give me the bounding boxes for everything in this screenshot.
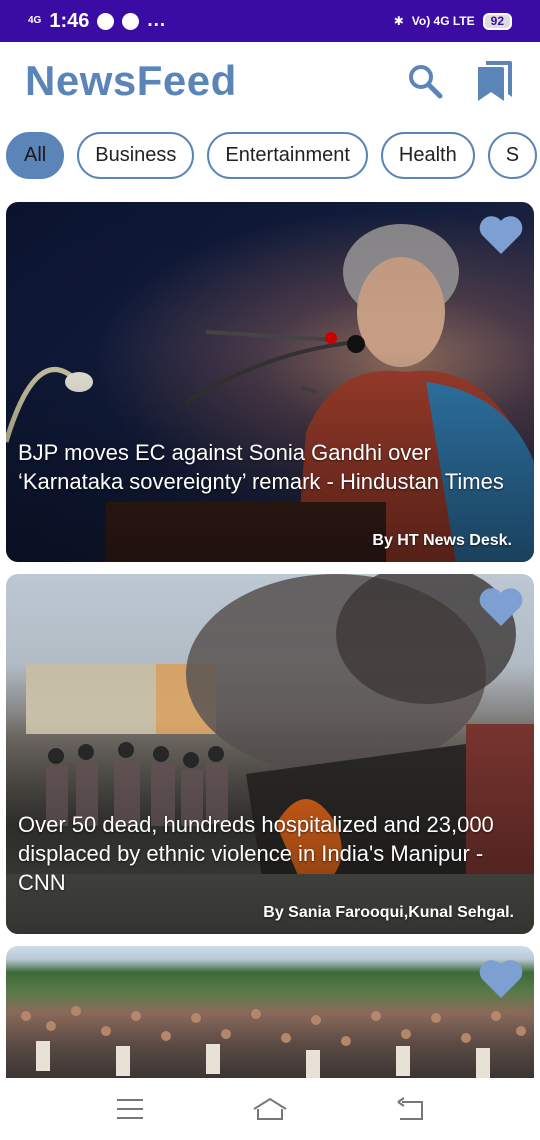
news-card[interactable]: Over 50 dead, hundreds hospitalized and … <box>6 574 534 934</box>
crowd-illustration <box>21 1006 526 1078</box>
system-nav-bar <box>0 1078 540 1140</box>
back-button[interactable] <box>390 1093 430 1125</box>
search-icon <box>409 65 443 99</box>
status-time: 1:46 <box>49 9 90 32</box>
article-headline: BJP moves EC against Sonia Gandhi over ‘… <box>18 440 504 494</box>
back-icon <box>397 1097 423 1120</box>
app-bar: NewsFeed <box>0 42 540 120</box>
favorite-heart-icon[interactable] <box>478 586 524 628</box>
chip-entertainment[interactable]: Entertainment <box>207 132 368 179</box>
article-author: By Sania Farooqui,Kunal Sehgal. <box>263 904 514 921</box>
article-image <box>6 946 534 1078</box>
more-notifications-icon: ... <box>147 10 167 31</box>
news-card[interactable]: BJP moves EC against Sonia Gandhi over ‘… <box>6 202 534 562</box>
favorite-heart-icon[interactable] <box>478 958 524 1000</box>
chip-all[interactable]: All <box>6 132 65 179</box>
chip-business[interactable]: Business <box>77 132 195 179</box>
chip-s[interactable]: S <box>487 132 538 179</box>
search-button[interactable] <box>405 59 445 103</box>
home-icon <box>253 1097 287 1120</box>
status-bar: 4G 1:46 ... ✱ Vo) 4G LTE 92 <box>0 0 540 42</box>
category-chips: All Business Entertainment Health S <box>6 132 540 182</box>
message-icon <box>122 12 140 30</box>
article-headline: Over 50 dead, hundreds hospitalized and … <box>18 812 494 895</box>
article-author: By HT News Desk. <box>372 532 512 549</box>
bookmarks-icon <box>478 61 512 101</box>
battery-indicator: 92 <box>482 12 512 30</box>
bluetooth-icon: ✱ <box>393 14 404 28</box>
chip-health[interactable]: Health <box>380 132 475 179</box>
menu-icon <box>117 1099 143 1119</box>
news-card[interactable] <box>6 946 534 1078</box>
favorite-heart-icon[interactable] <box>478 214 524 256</box>
app-title: NewsFeed <box>25 57 237 104</box>
signal-indicator: 4G <box>28 15 42 26</box>
menu-button[interactable] <box>110 1093 150 1125</box>
bookmarks-button[interactable] <box>475 59 515 103</box>
home-button[interactable] <box>250 1093 290 1125</box>
whatsapp-icon <box>97 12 115 30</box>
network-indicator: Vo) 4G LTE <box>411 14 475 28</box>
